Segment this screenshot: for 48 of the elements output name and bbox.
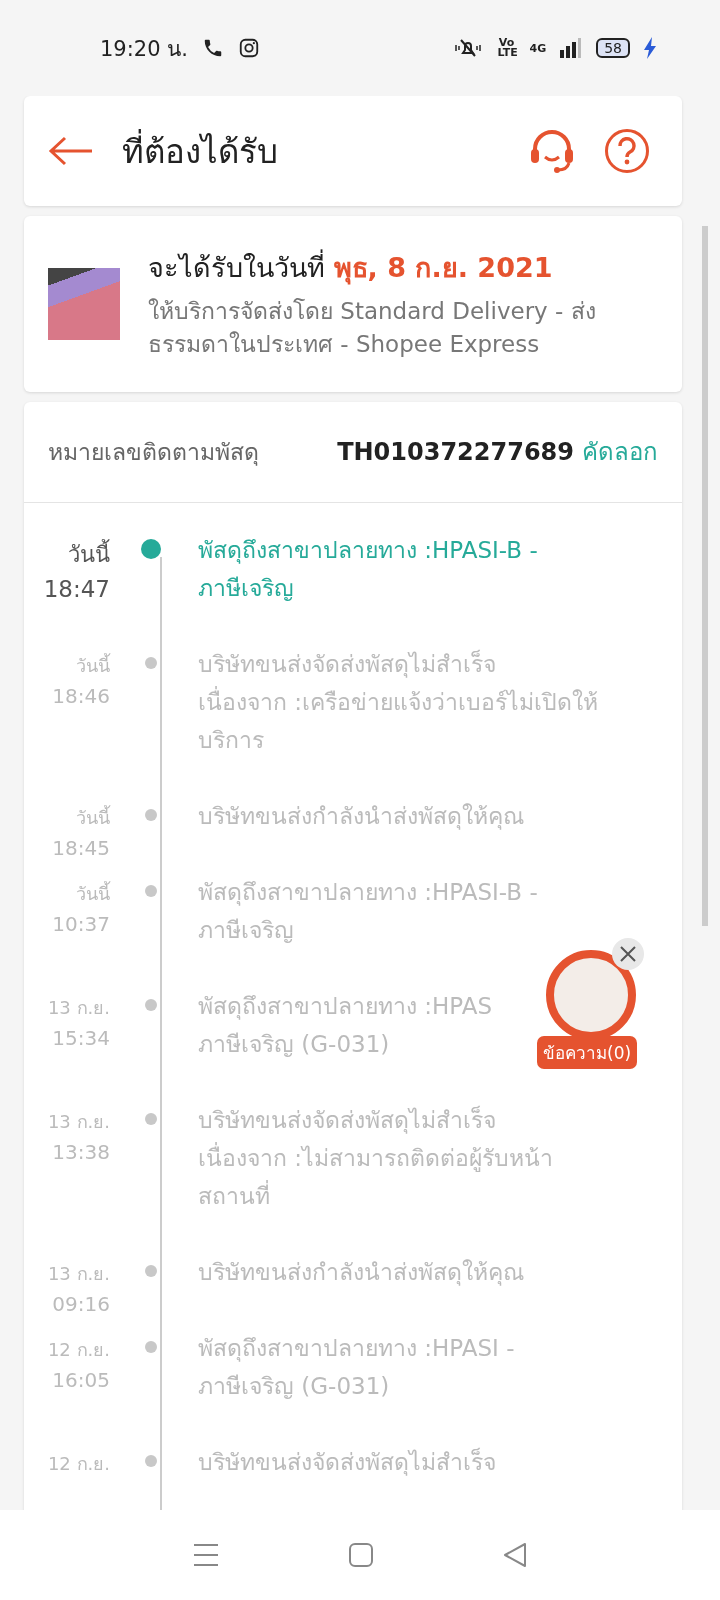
back-button[interactable] <box>48 136 94 166</box>
event-time: 13:38 <box>52 1139 110 1164</box>
camera-icon <box>237 37 260 59</box>
event-description: บริษัทขนส่งจัดส่งพัสดุไม่สำเร็จ <box>198 1446 496 1478</box>
event-time: 18:47 <box>43 575 110 602</box>
tracking-label: หมายเลขติดตามพัสดุ <box>48 437 260 468</box>
event-description: พัสดุถึงสาขาปลายทาง :HPASI - ภาษีเจริญ (G-031) <box>198 1333 515 1401</box>
event-date: 12 ก.ย. <box>47 1337 110 1362</box>
event-time: 09:16 <box>52 1291 110 1316</box>
page-title: ที่ต้องได้รับ <box>122 128 279 173</box>
event-date: วันนี้ <box>76 880 110 906</box>
delivery-date-text: จะได้รับในวันที่ พุธ, 8 ก.ย. 2021 <box>148 246 658 289</box>
event-date: 13 ก.ย. <box>47 1261 110 1286</box>
event-time: 18:46 <box>52 683 110 708</box>
event-date: 13 ก.ย. <box>47 995 110 1020</box>
muted-bell-icon <box>453 37 484 59</box>
event-time: 18:45 <box>52 835 110 860</box>
event-time: 15:34 <box>52 1025 110 1050</box>
clock-time: 19:20 น. <box>100 35 188 63</box>
home-square-icon[interactable] <box>349 1543 373 1567</box>
event-description: บริษัทขนส่งจัดส่งพัสดุไม่สำเร็จ เนื่องจาก :เครือข่ายแจ้งว่าเบอร์ไม่เปิดให้ บริการ <box>198 648 599 755</box>
menu-icon[interactable] <box>193 1543 219 1567</box>
close-icon <box>619 945 637 963</box>
event-description: พัสดุถึงสาขาปลายทาง :HPASI-B - ภาษีเจริญ <box>198 877 538 945</box>
delivery-service-text: ให้บริการจัดส่งโดย Standard Delivery - ส่งธรรมดาในประเทศ - Shopee Express <box>148 297 597 360</box>
event-date: วันนี้ <box>76 652 110 678</box>
chat-message-label[interactable]: ข้อความ(0) <box>537 1036 638 1069</box>
event-time: 16:05 <box>52 1367 110 1392</box>
event-date: 12 ก.ย. <box>47 1451 110 1476</box>
event-date: วันนี้ <box>68 538 110 569</box>
event-description: บริษัทขนส่งจัดส่งพัสดุไม่สำเร็จ เนื่องจาก :ไม่สามารถติดต่อผู้รับหน้า สถานที่ <box>198 1104 554 1211</box>
battery-level: 58 <box>596 38 630 58</box>
volte-label: Vo LTE <box>497 38 516 58</box>
event-description: บริษัทขนส่งกำลังนำส่งพัสดุให้คุณ <box>198 1257 524 1288</box>
event-time: 10:37 <box>52 911 110 936</box>
signal-icon <box>560 38 583 58</box>
headset-button[interactable] <box>528 129 576 173</box>
back-triangle-icon[interactable] <box>503 1542 527 1568</box>
event-description: บริษัทขนส่งกำลังนำส่งพัสดุให้คุณ <box>198 801 524 832</box>
copy-link[interactable]: คัดลอก <box>582 432 658 472</box>
event-date: 13 ก.ย. <box>47 1109 110 1134</box>
tracking-number: TH010372277689 <box>337 437 574 466</box>
event-description: พัสดุถึงสาขาปลายทาง :HPAS ภาษีเจริญ (G-031) <box>198 991 493 1059</box>
charging-icon <box>644 37 656 59</box>
event-description: พัสดุถึงสาขาปลายทาง :HPASI-B - ภาษีเจริญ <box>198 535 538 603</box>
network-label: 4G <box>529 41 547 55</box>
event-date: วันนี้ <box>76 804 110 830</box>
help-button[interactable] <box>604 128 650 174</box>
